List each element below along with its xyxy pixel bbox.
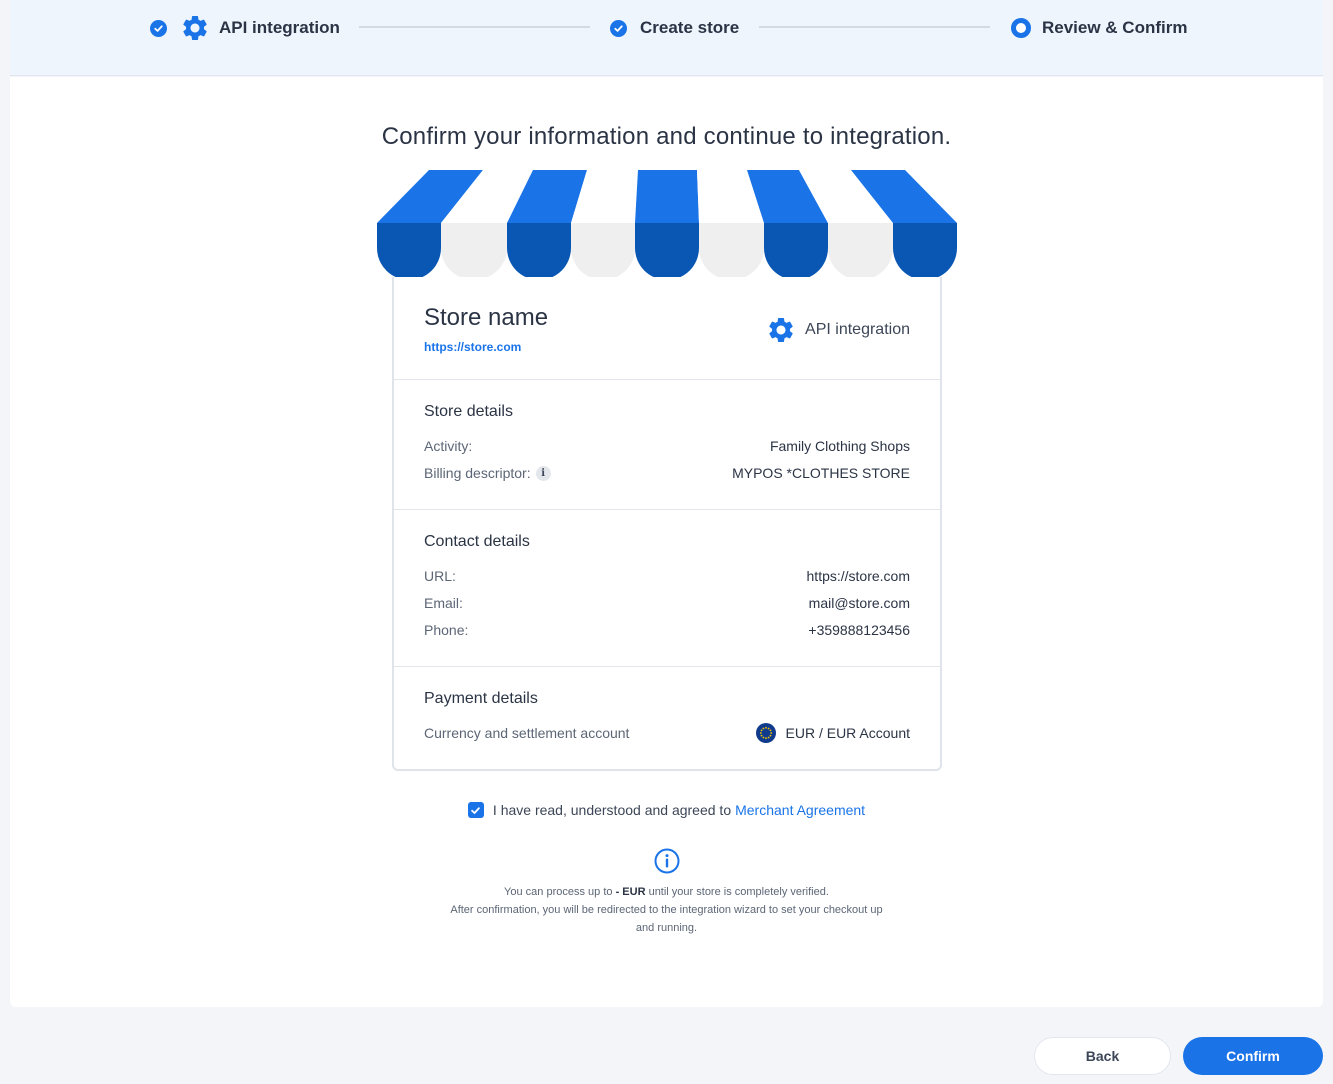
currency-row: Currency and settlement account EUR / EU… xyxy=(424,723,910,743)
notice-line-1: You can process up to - EUR until your s… xyxy=(504,886,829,898)
email-row: Email: mail@store.com xyxy=(424,593,910,613)
check-icon xyxy=(471,806,481,814)
billing-descriptor-label: Billing descriptor: xyxy=(424,465,531,481)
step-review-confirm: Review & Confirm xyxy=(1011,14,1187,42)
step-connector xyxy=(759,26,990,28)
billing-descriptor-row: Billing descriptor: i MYPOS *CLOTHES STO… xyxy=(424,463,910,483)
phone-label: Phone: xyxy=(424,622,469,638)
store-summary-card: Store name https://store.com API integra… xyxy=(392,277,942,771)
page-title: Confirm your information and continue to… xyxy=(381,123,952,150)
step-create-store: Create store xyxy=(610,14,739,42)
check-icon xyxy=(150,19,167,37)
store-name: Store name xyxy=(424,304,549,331)
info-icon[interactable]: i xyxy=(535,465,551,481)
section-title: Contact details xyxy=(424,533,530,550)
integration-type-label: API integration xyxy=(805,321,910,338)
info-circle-icon xyxy=(654,848,680,874)
agreement-row: I have read, understood and agreed to Me… xyxy=(10,802,1323,818)
email-value: mail@store.com xyxy=(808,595,910,611)
currency-value: EUR / EUR Account xyxy=(785,725,911,741)
eu-flag-icon xyxy=(755,723,776,743)
check-icon xyxy=(610,19,627,37)
verification-notice: You can process up to - EUR until your s… xyxy=(10,883,1323,937)
current-step-icon xyxy=(1011,18,1031,38)
confirm-button[interactable]: Confirm xyxy=(1183,1037,1323,1075)
review-panel: Confirm your information and continue to… xyxy=(10,77,1323,1007)
gear-icon xyxy=(180,13,210,43)
integration-type: API integration xyxy=(766,315,910,345)
step-label: Create store xyxy=(640,18,740,37)
notice-line-3: and running. xyxy=(635,922,698,934)
email-label: Email: xyxy=(424,595,463,611)
payment-details-section: Payment details Currency and settlement … xyxy=(394,667,940,771)
notice-line-2: After confirmation, you will be redirect… xyxy=(450,904,883,916)
progress-stepper: API integration Create store Review & Co… xyxy=(10,0,1323,76)
agreement-checkbox[interactable] xyxy=(467,802,484,818)
store-details-section: Store details Activity: Family Clothing … xyxy=(394,380,940,510)
section-title: Store details xyxy=(424,403,513,420)
phone-value: +359888123456 xyxy=(808,622,910,638)
gear-icon xyxy=(769,318,793,342)
activity-label: Activity: xyxy=(424,438,473,454)
url-value: https://store.com xyxy=(806,568,910,584)
url-label: URL: xyxy=(424,568,456,584)
url-row: URL: https://store.com xyxy=(424,566,910,586)
section-title: Payment details xyxy=(424,690,538,707)
billing-descriptor-value: MYPOS *CLOTHES STORE xyxy=(732,465,910,481)
currency-value-wrap: EUR / EUR Account xyxy=(755,723,911,743)
step-connector xyxy=(359,26,590,28)
limit-amount: - EUR xyxy=(615,886,646,898)
back-button[interactable]: Back xyxy=(1034,1037,1171,1075)
merchant-agreement-link[interactable]: Merchant Agreement xyxy=(735,802,865,818)
currency-label: Currency and settlement account xyxy=(424,725,630,741)
store-awning-illustration xyxy=(377,170,957,280)
agreement-text: I have read, understood and agreed to xyxy=(492,802,732,818)
activity-value: Family Clothing Shops xyxy=(769,438,910,454)
store-header-section: Store name https://store.com API integra… xyxy=(394,277,940,380)
contact-details-section: Contact details URL: https://store.com E… xyxy=(394,510,940,667)
step-label: Review & Confirm xyxy=(1042,18,1188,37)
step-api-integration: API integration xyxy=(150,14,340,42)
step-label: API integration xyxy=(219,18,340,37)
billing-descriptor-label-wrap: Billing descriptor: i xyxy=(424,465,551,481)
phone-row: Phone: +359888123456 xyxy=(424,620,910,640)
activity-row: Activity: Family Clothing Shops xyxy=(424,436,910,456)
store-url-link[interactable]: https://store.com xyxy=(424,340,521,354)
